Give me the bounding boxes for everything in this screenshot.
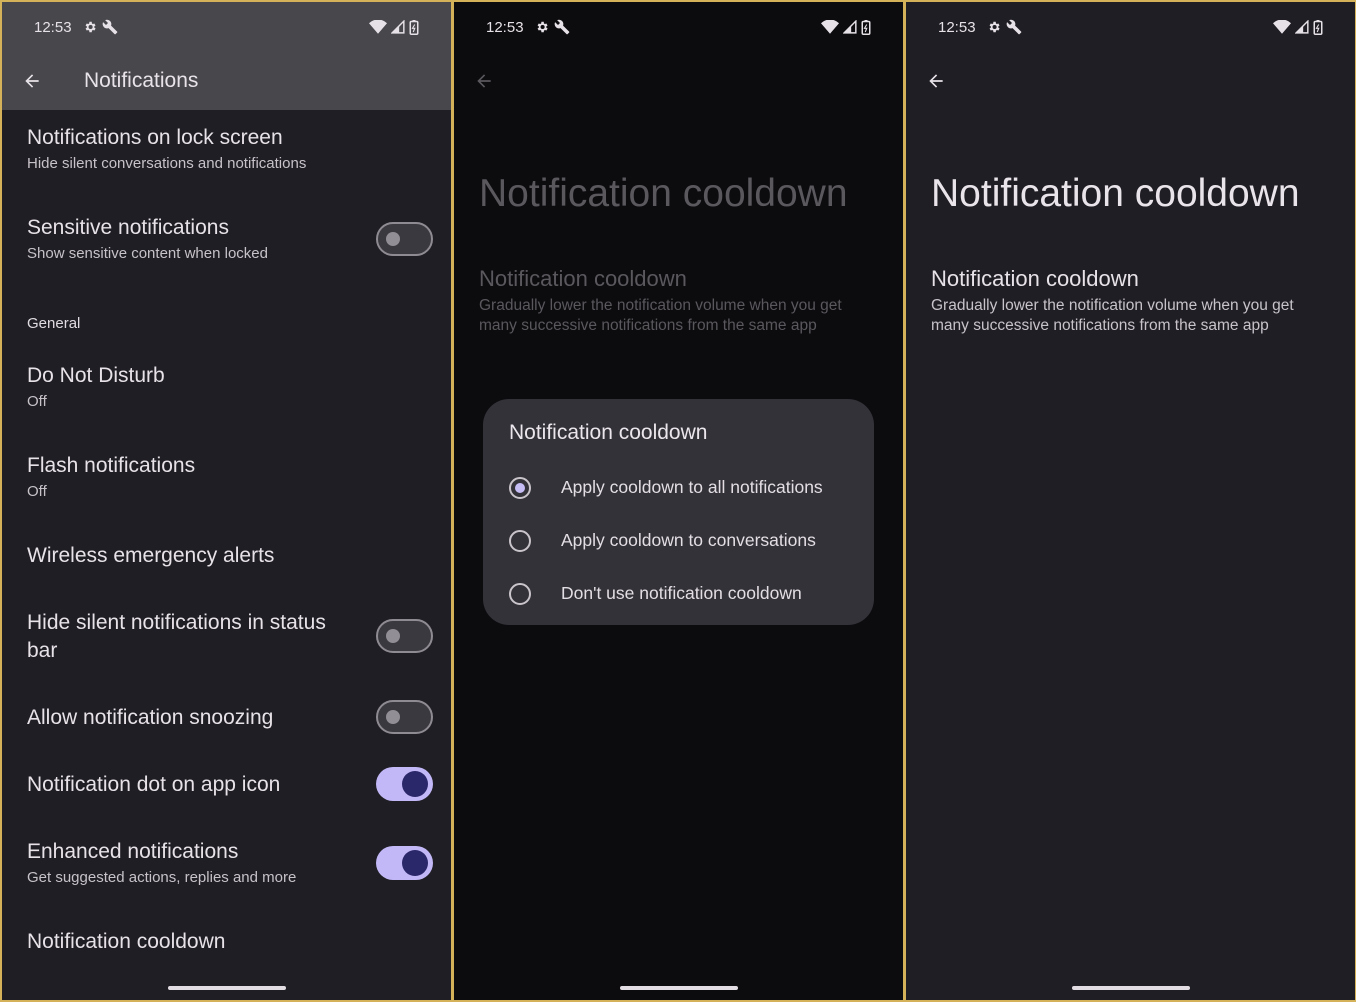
cooldown-dialog-screen: 12:53 Notification cooldown Notification… [454,2,903,1000]
setting-enhanced-notifications[interactable]: Enhanced notifications Get suggested act… [27,838,433,888]
setting-sensitive-notifications[interactable]: Sensitive notifications Show sensitive c… [27,214,433,264]
preference-summary: Gradually lower the notification volume … [931,297,1294,334]
wrench-icon [554,19,570,35]
setting-flash-notifications[interactable]: Flash notifications Off [27,452,433,502]
setting-lock-screen-notifications[interactable]: Notifications on lock screen Hide silent… [27,124,433,174]
page-title: Notifications [84,69,199,92]
setting-subtitle: Off [27,393,47,410]
setting-title: Wireless emergency alerts [27,544,275,567]
home-indicator[interactable] [619,986,738,990]
top-app-bar [454,52,903,110]
setting-title: Notifications on lock screen [27,126,283,149]
top-app-bar [906,52,1355,110]
status-time: 12:53 [486,18,524,36]
battery-icon [861,19,871,35]
setting-subtitle: Get suggested actions, replies and more [27,869,297,886]
preference-summary: Gradually lower the notification volume … [479,297,842,334]
snoozing-toggle[interactable] [376,700,433,734]
sensitive-notifications-toggle[interactable] [376,222,433,256]
option-label: Apply cooldown to all notifications [561,477,823,497]
gear-icon [986,19,1002,35]
toggle-knob [402,850,428,876]
status-bar: 12:53 [2,2,451,52]
toggle-knob [402,771,428,797]
wrench-icon [102,19,118,35]
wifi-icon [1273,20,1291,34]
setting-title: Allow notification snoozing [27,706,274,729]
toggle-knob [386,232,400,246]
enhanced-notifications-toggle[interactable] [376,846,433,880]
setting-notification-dot[interactable]: Notification dot on app icon [27,771,433,799]
setting-title: Hide silent notifications in status bar [27,611,326,662]
back-arrow-icon[interactable] [924,69,948,93]
setting-title: Notification dot on app icon [27,773,281,796]
wifi-icon [821,20,839,34]
signal-icon [843,20,857,34]
setting-hide-silent-status-bar[interactable]: Hide silent notifications in status bar [27,609,351,665]
setting-do-not-disturb[interactable]: Do Not Disturb Off [27,362,433,412]
option-label: Apply cooldown to conversations [561,530,816,550]
setting-title: Flash notifications [27,454,196,477]
signal-icon [391,20,405,34]
back-arrow-icon[interactable] [20,69,44,93]
setting-title: Sensitive notifications [27,216,229,239]
status-time: 12:53 [938,18,976,36]
notifications-screen: 12:53 Notifications Notifications on loc… [2,2,451,1000]
wrench-icon [1006,19,1022,35]
section-header-general: General [27,315,81,332]
top-app-bar: Notifications [2,52,451,110]
battery-icon [409,19,419,35]
dialog-title: Notification cooldown [509,421,708,444]
setting-notification-snoozing[interactable]: Allow notification snoozing [27,704,433,732]
home-indicator[interactable] [1071,986,1190,990]
setting-title: Do Not Disturb [27,364,165,387]
notification-dot-toggle[interactable] [376,767,433,801]
cooldown-settings-screen: 12:53 Notification cooldown Notification… [906,2,1355,1000]
cooldown-dialog: Notification cooldown Apply cooldown to … [483,399,874,625]
signal-icon [1295,20,1309,34]
preference-title: Notification cooldown [479,266,687,291]
toggle-knob [386,629,400,643]
status-bar: 12:53 [906,2,1355,52]
setting-title: Enhanced notifications [27,840,239,863]
setting-notification-cooldown[interactable]: Notification cooldown [27,928,433,956]
setting-subtitle: Show sensitive content when locked [27,245,268,262]
hide-silent-toggle[interactable] [376,619,433,653]
home-indicator[interactable] [167,986,286,990]
status-bar: 12:53 [454,2,903,52]
option-dont-use[interactable]: Don't use notification cooldown [509,567,848,620]
radio-button[interactable] [509,582,531,605]
status-time: 12:53 [34,18,72,36]
toggle-knob [386,710,400,724]
radio-button-selected[interactable] [509,476,531,499]
setting-wireless-emergency-alerts[interactable]: Wireless emergency alerts [27,542,433,570]
option-label: Don't use notification cooldown [561,583,802,603]
page-title: Notification cooldown [479,172,848,215]
radio-button[interactable] [509,529,531,552]
back-arrow-icon[interactable] [472,69,496,93]
setting-subtitle: Hide silent conversations and notificati… [27,155,307,172]
gear-icon [82,19,98,35]
option-all-notifications[interactable]: Apply cooldown to all notifications [509,461,848,514]
setting-subtitle: Off [27,483,47,500]
setting-title: Notification cooldown [27,930,226,953]
preference-title[interactable]: Notification cooldown [931,266,1139,292]
page-title: Notification cooldown [931,172,1300,215]
option-conversations[interactable]: Apply cooldown to conversations [509,514,848,567]
wifi-icon [369,20,387,34]
gear-icon [534,19,550,35]
battery-icon [1313,19,1323,35]
